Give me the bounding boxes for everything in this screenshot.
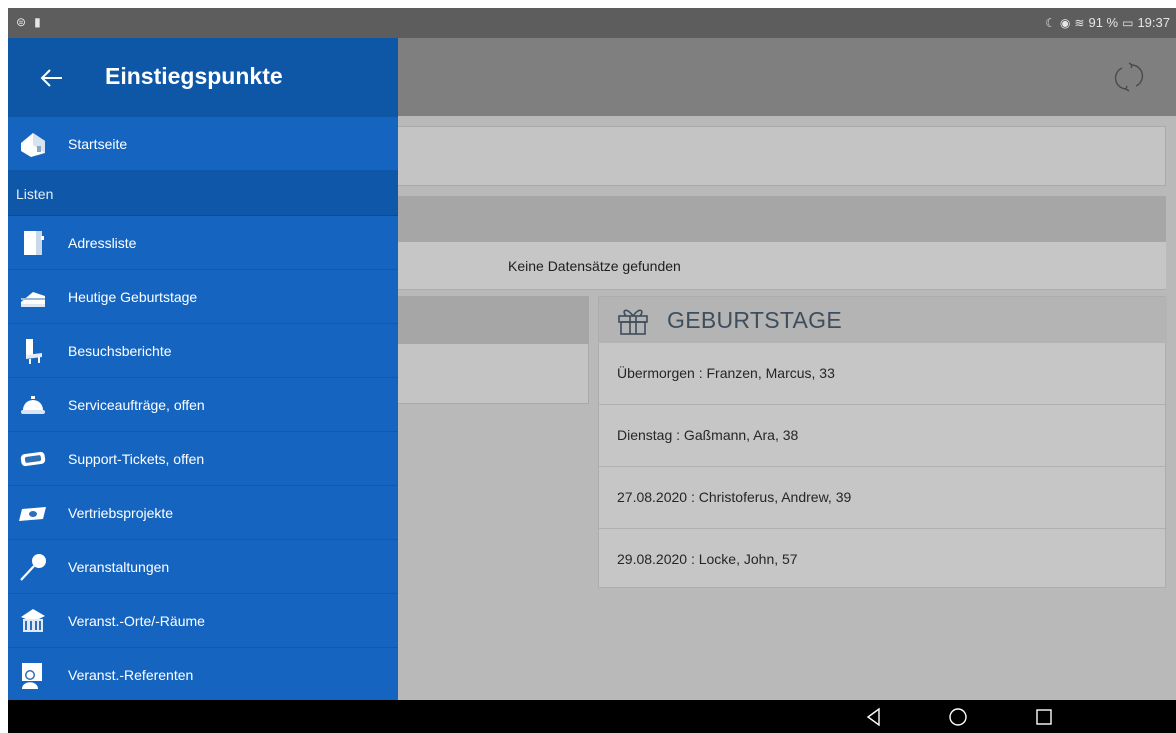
drawer-item-label: Adressliste — [68, 235, 137, 251]
birthday-entry[interactable]: 27.08.2020 : Christoferus, Andrew, 39 — [599, 467, 1167, 529]
card-body — [398, 344, 589, 404]
back-nav-icon[interactable] — [864, 707, 884, 727]
drawer-item-label: Veranstaltungen — [68, 559, 170, 575]
notification-icon: ⊜ — [16, 15, 27, 29]
section-header-listen: Listen — [8, 170, 398, 216]
home-nav-icon[interactable] — [948, 707, 968, 727]
status-bar: ⊜ ▮ ☾ ◉ ≋ 91 % ▭ 19:37 — [8, 8, 1176, 38]
recents-nav-icon[interactable] — [1034, 707, 1054, 727]
birthdays-title: GEBURTSTAGE — [667, 307, 842, 333]
drawer-item-label: Besuchsberichte — [68, 343, 172, 359]
empty-list-message: Keine Datensätze gefunden — [398, 242, 1166, 290]
birthdays-card: GEBURTSTAGE Übermorgen : Franzen, Marcus… — [598, 296, 1167, 591]
address-book-icon — [24, 231, 44, 255]
birthday-entry-text: Dienstag : Gaßmann, Ara, 38 — [617, 427, 799, 443]
drawer-item-label: Support-Tickets, offen — [68, 451, 205, 467]
money-icon — [19, 507, 46, 521]
wifi-icon: ≋ — [1074, 15, 1085, 30]
eye-comfort-icon: ◉ — [1059, 15, 1071, 30]
app-bar — [398, 38, 1176, 116]
birthday-entry-text: Übermorgen : Franzen, Marcus, 33 — [617, 365, 835, 381]
service-bell-icon — [21, 396, 45, 414]
gift-icon — [618, 309, 648, 335]
drawer-item-serviceauftraege[interactable]: Serviceaufträge, offen — [8, 378, 398, 432]
sync-icon[interactable] — [1112, 60, 1146, 94]
birthday-entry[interactable]: 29.08.2020 : Locke, John, 57 — [599, 529, 1167, 591]
drawer-item-label: Vertriebsprojekte — [68, 505, 174, 521]
status-right: ☾ ◉ ≋ 91 % ▭ 19:37 — [1045, 15, 1170, 30]
cake-icon — [21, 292, 45, 307]
drawer-item-label: Heutige Geburtstage — [68, 289, 198, 305]
screen: ⊜ ▮ ☾ ◉ ≋ 91 % ▭ 19:37 Keine Datensätze … — [0, 0, 1176, 733]
drawer-item-heutige-geburtstage[interactable]: Heutige Geburtstage — [8, 270, 398, 324]
clock: 19:37 — [1137, 15, 1170, 30]
drawer-item-startseite[interactable]: Startseite — [8, 117, 398, 171]
drawer-item-vertriebsprojekte[interactable]: Vertriebsprojekte — [8, 486, 398, 540]
microphone-icon — [20, 554, 46, 581]
drawer-item-support-tickets[interactable]: Support-Tickets, offen — [8, 432, 398, 486]
chair-icon — [26, 339, 42, 364]
main-content: Keine Datensätze gefunden GEBURTSTAGE Üb… — [398, 116, 1176, 700]
list-header — [398, 196, 1166, 242]
birthday-entry[interactable]: Übermorgen : Franzen, Marcus, 33 — [599, 343, 1167, 405]
empty-message-text: Keine Datensätze gefunden — [508, 258, 681, 274]
section-label: Listen — [16, 186, 54, 202]
drawer-item-veranst-orte[interactable]: Veranst.-Orte/-Räume — [8, 594, 398, 648]
key-icon: ▮ — [34, 15, 41, 29]
status-left: ⊜ ▮ — [16, 15, 41, 29]
drawer-item-adressliste[interactable]: Adressliste — [8, 216, 398, 270]
birthday-entry-text: 27.08.2020 : Christoferus, Andrew, 39 — [617, 489, 852, 505]
navigation-drawer: Einstiegspunkte Startseite Listen Adress… — [8, 38, 398, 700]
drawer-item-label: Veranst.-Referenten — [68, 667, 194, 683]
battery-percent: 91 % — [1088, 15, 1119, 30]
drawer-item-besuchsberichte[interactable]: Besuchsberichte — [8, 324, 398, 378]
birthday-entry[interactable]: Dienstag : Gaßmann, Ara, 38 — [599, 405, 1167, 467]
battery-icon: ▭ — [1122, 15, 1134, 30]
back-arrow-icon[interactable] — [34, 60, 70, 96]
birthdays-card-header: GEBURTSTAGE — [599, 297, 1167, 343]
drawer-item-label: Serviceaufträge, offen — [68, 397, 205, 413]
drawer-title: Einstiegspunkte — [105, 63, 283, 89]
search-panel — [398, 126, 1166, 186]
house-icon — [21, 133, 45, 157]
speaker-person-icon — [22, 663, 42, 689]
drawer-header: Einstiegspunkte — [8, 38, 398, 117]
drawer-item-label: Veranst.-Orte/-Räume — [68, 613, 205, 629]
moon-icon: ☾ — [1045, 15, 1056, 30]
ticket-icon — [20, 451, 46, 467]
drawer-item-veranst-referenten[interactable]: Veranst.-Referenten — [8, 648, 398, 702]
birthday-entry-text: 29.08.2020 : Locke, John, 57 — [617, 551, 798, 567]
building-icon — [21, 609, 45, 632]
card-header — [398, 296, 589, 344]
drawer-item-label: Startseite — [68, 136, 128, 152]
drawer-item-veranstaltungen[interactable]: Veranstaltungen — [8, 540, 398, 594]
system-nav-bar — [8, 700, 1176, 733]
